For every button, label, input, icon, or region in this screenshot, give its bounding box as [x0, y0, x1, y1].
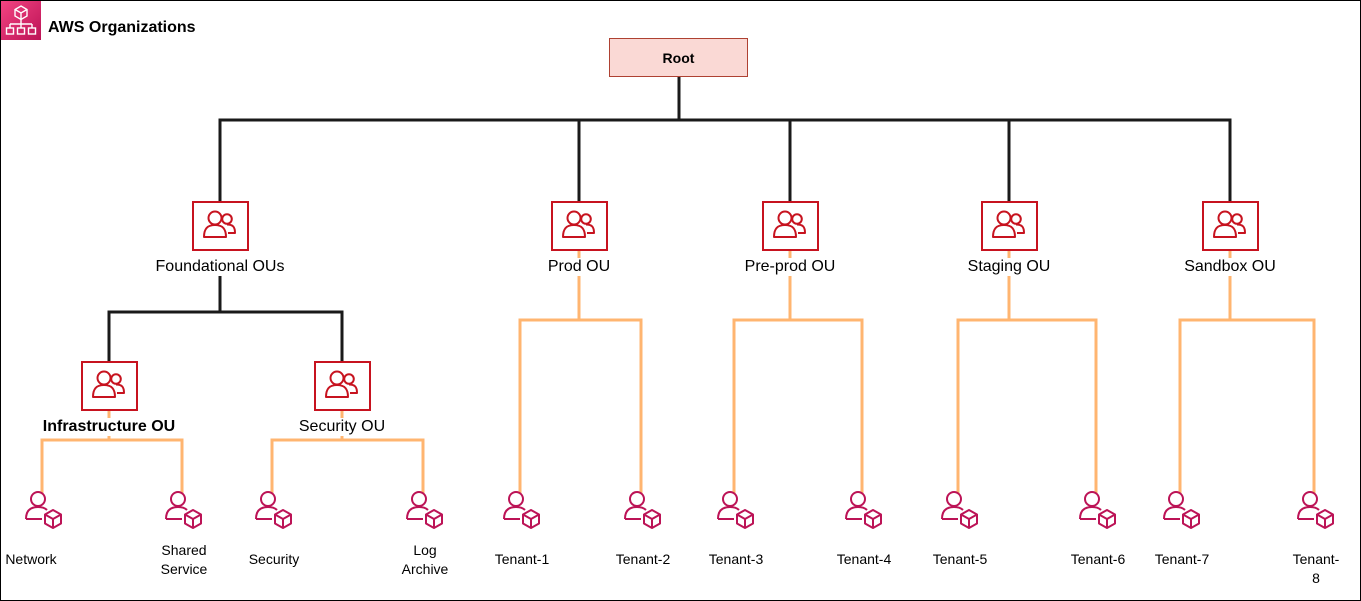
account-icon[interactable] [252, 488, 296, 534]
account-icon[interactable] [621, 488, 665, 534]
organizational-unit-icon[interactable] [981, 201, 1038, 251]
aws-organizations-icon [1, 1, 41, 40]
account-label: Shared Service [160, 542, 208, 577]
root-label: Root [662, 49, 695, 66]
ou-label-preprod: Pre-prod OU [743, 258, 837, 276]
account-label: Tenant-1 [494, 551, 550, 567]
organizational-unit-icon[interactable] [1202, 201, 1259, 251]
account-icon[interactable] [842, 488, 886, 534]
account-icon[interactable] [938, 488, 982, 534]
ou-label-infra: Infrastructure OU [41, 418, 177, 436]
account-icon[interactable] [500, 488, 544, 534]
organizational-unit-icon[interactable] [762, 201, 819, 251]
account-label: Tenant-5 [932, 551, 988, 567]
account-icon[interactable] [403, 488, 447, 534]
ou-label-sandbox: Sandbox OU [1183, 258, 1277, 276]
ou-label-security: Security OU [297, 418, 387, 436]
diagram-title: AWS Organizations [48, 19, 196, 36]
ou-label-foundational: Foundational OUs [154, 258, 286, 276]
account-label: Network [5, 551, 57, 567]
organizational-unit-icon[interactable] [81, 361, 138, 411]
account-label: Tenant-6 [1070, 551, 1126, 567]
root-node[interactable]: Root [609, 38, 748, 77]
account-label: Log Archive [401, 542, 449, 577]
account-icon[interactable] [1160, 488, 1204, 534]
account-label: Tenant-2 [615, 551, 671, 567]
account-icon[interactable] [1294, 488, 1338, 534]
account-icon[interactable] [162, 488, 206, 534]
organizational-unit-icon[interactable] [314, 361, 371, 411]
account-icon[interactable] [22, 488, 66, 534]
account-label: Security [248, 551, 300, 567]
ou-label-prod: Prod OU [546, 258, 612, 276]
organizational-unit-icon[interactable] [192, 201, 249, 251]
ou-label-staging: Staging OU [966, 258, 1052, 276]
account-icon[interactable] [714, 488, 758, 534]
account-label: Tenant-3 [708, 551, 764, 567]
account-label: Tenant-4 [836, 551, 892, 567]
account-label: Tenant-8 [1292, 551, 1340, 586]
organizational-unit-icon[interactable] [551, 201, 608, 251]
account-icon[interactable] [1076, 488, 1120, 534]
account-label: Tenant-7 [1154, 551, 1210, 567]
